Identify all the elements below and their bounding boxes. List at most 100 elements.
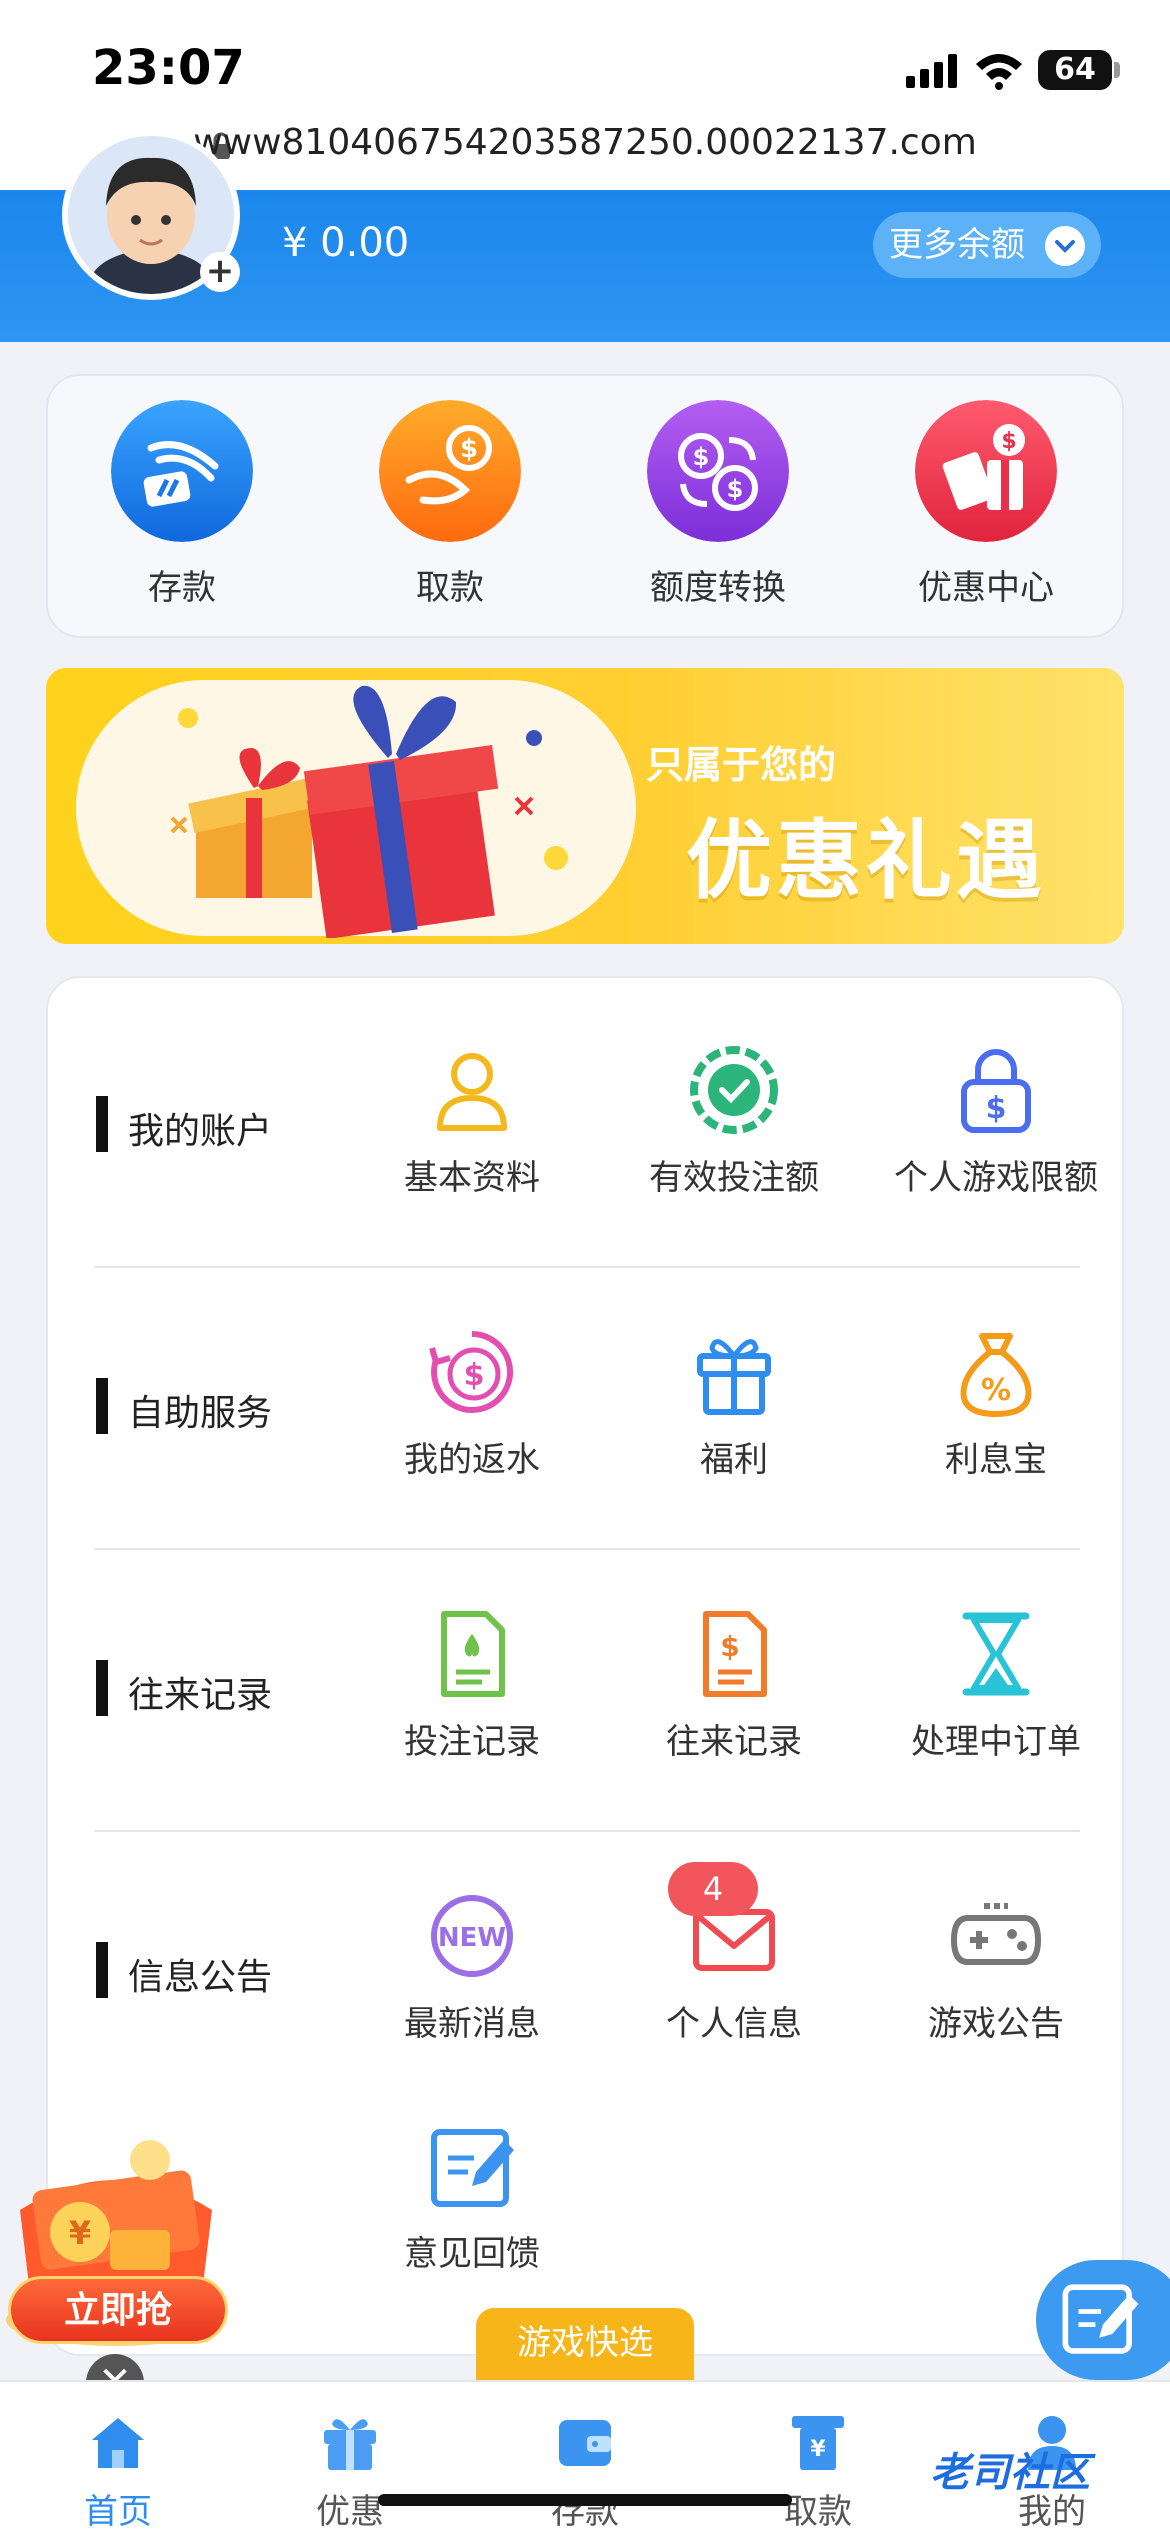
item-pending-orders[interactable]: 处理中订单 <box>876 1606 1116 1763</box>
svg-text:$: $ <box>693 443 710 471</box>
balance-amount: ¥ 0.00 <box>282 220 410 266</box>
section-divider <box>94 1266 1080 1268</box>
game-quick-pick-tab[interactable]: 游戏快选 <box>476 2308 694 2380</box>
item-label: 个人信息 <box>666 2004 802 2044</box>
deposit-action[interactable]: 存款 <box>82 400 282 609</box>
gift-icon <box>697 1339 771 1415</box>
nav-label: 取款 <box>784 2492 852 2532</box>
banner-title: 优惠礼遇 <box>686 811 1046 911</box>
banner-subtitle: 只属于您的 <box>646 743 837 787</box>
section-divider <box>94 1830 1080 1832</box>
user-icon <box>437 1053 507 1131</box>
watermark-logo: 老司社区 <box>930 2450 1090 2496</box>
new-badge-icon: NEW <box>431 1895 513 1977</box>
item-interest[interactable]: % 利息宝 <box>876 1324 1116 1481</box>
transfer-label: 额度转换 <box>650 568 786 608</box>
wallet-icon <box>559 2420 611 2466</box>
avatar-add-button[interactable]: + <box>200 252 240 292</box>
svg-text:$: $ <box>460 434 478 464</box>
gift-boxes-illustration <box>170 685 568 938</box>
floating-edit-button[interactable] <box>1036 2260 1170 2380</box>
item-label: 利息宝 <box>945 1440 1047 1480</box>
section-bar <box>96 1660 108 1716</box>
home-icon <box>92 2418 144 2468</box>
item-game-announcements[interactable]: 游戏公告 <box>876 1888 1116 2045</box>
item-bet-records[interactable]: 投注记录 <box>352 1606 592 1763</box>
item-label: 我的返水 <box>404 1440 540 1480</box>
rebate-icon: $ <box>429 1331 514 1413</box>
deposit-icon <box>111 400 253 542</box>
svg-text:$: $ <box>727 475 744 503</box>
item-game-limits[interactable]: $ 个人游戏限额 <box>876 1042 1116 1199</box>
section-title-announcements: 信息公告 <box>128 1957 273 1998</box>
item-welfare[interactable]: 福利 <box>614 1324 854 1481</box>
item-basic-info[interactable]: 基本资料 <box>352 1042 592 1199</box>
section-title-my-account: 我的账户 <box>128 1111 273 1152</box>
signal-icon <box>906 54 957 88</box>
svg-text:$: $ <box>986 1091 1007 1126</box>
more-balance-label: 更多余额 <box>889 225 1025 265</box>
gamepad-icon <box>950 1903 1042 1965</box>
edit-icon <box>1062 2284 1139 2354</box>
svg-text:NEW: NEW <box>438 1923 506 1953</box>
grab-now-button[interactable]: 立即抢 <box>8 2276 228 2344</box>
item-my-rebate[interactable]: $ 我的返水 <box>352 1324 592 1481</box>
chip-check-icon <box>690 1046 778 1134</box>
battery-indicator: 64 <box>1038 50 1112 90</box>
item-label: 处理中订单 <box>911 1722 1081 1762</box>
wifi-icon <box>976 54 1022 90</box>
svg-text:$: $ <box>720 1630 739 1663</box>
nav-label: 存款 <box>551 2492 619 2532</box>
promo-banner[interactable]: 只属于您的 优惠礼遇 <box>46 668 1124 944</box>
bet-record-icon <box>441 1611 505 1697</box>
nav-label: 优惠 <box>316 2492 384 2532</box>
promo-center-icon: $ <box>915 400 1057 542</box>
promo-center-action[interactable]: $ 优惠中心 <box>886 400 1086 609</box>
svg-text:$: $ <box>1001 429 1016 454</box>
svg-text:¥: ¥ <box>69 2214 91 2252</box>
section-divider <box>94 1548 1080 1550</box>
nav-home[interactable]: 首页 <box>38 2410 198 2532</box>
lock-dollar-icon: $ <box>961 1049 1031 1133</box>
hourglass-icon <box>962 1612 1030 1696</box>
item-label: 游戏公告 <box>928 2004 1064 2044</box>
section-bar <box>96 1096 108 1152</box>
transaction-record-icon: $ <box>703 1611 767 1697</box>
deposit-label: 存款 <box>148 568 216 608</box>
feedback-edit-icon <box>431 2129 514 2207</box>
svg-text:%: % <box>981 1373 1011 1408</box>
nav-promotions[interactable]: 优惠 <box>270 2410 430 2532</box>
promo-center-label: 优惠中心 <box>918 568 1054 608</box>
item-label: 往来记录 <box>666 1722 802 1762</box>
withdraw-icon: $ <box>379 400 521 542</box>
item-feedback[interactable]: 意见回馈 <box>352 2118 592 2275</box>
money-bag-icon: % <box>960 1333 1032 1418</box>
chevron-down-icon[interactable] <box>1045 226 1085 266</box>
gift-icon <box>324 2419 376 2470</box>
item-label: 意见回馈 <box>404 2234 540 2274</box>
item-label: 福利 <box>700 1440 768 1480</box>
svg-text:¥: ¥ <box>810 2437 826 2462</box>
item-latest-news[interactable]: NEW 最新消息 <box>352 1888 592 2045</box>
nav-withdraw[interactable]: ¥ 取款 <box>738 2410 898 2532</box>
battery-tip <box>1114 62 1120 78</box>
withdraw-atm-icon: ¥ <box>792 2416 844 2470</box>
item-label: 个人游戏限额 <box>894 1158 1098 1198</box>
item-label: 投注记录 <box>404 1722 540 1762</box>
item-label: 基本资料 <box>404 1158 540 1198</box>
section-title-records: 往来记录 <box>128 1675 273 1716</box>
section-title-self-service: 自助服务 <box>128 1393 273 1434</box>
nav-deposit[interactable]: 存款 <box>505 2410 665 2532</box>
status-time: 23:07 <box>92 40 245 96</box>
transfer-action[interactable]: $ $ 额度转换 <box>618 400 818 609</box>
item-label: 有效投注额 <box>649 1158 819 1198</box>
item-label: 最新消息 <box>404 2004 540 2044</box>
withdraw-label: 取款 <box>416 568 484 608</box>
section-bar <box>96 1378 108 1434</box>
item-transaction-records[interactable]: $ 往来记录 <box>614 1606 854 1763</box>
home-indicator <box>378 2494 792 2506</box>
withdraw-action[interactable]: $ 取款 <box>350 400 550 609</box>
item-valid-bets[interactable]: 有效投注额 <box>614 1042 854 1199</box>
nav-label: 首页 <box>84 2492 152 2532</box>
svg-text:$: $ <box>464 1358 485 1393</box>
